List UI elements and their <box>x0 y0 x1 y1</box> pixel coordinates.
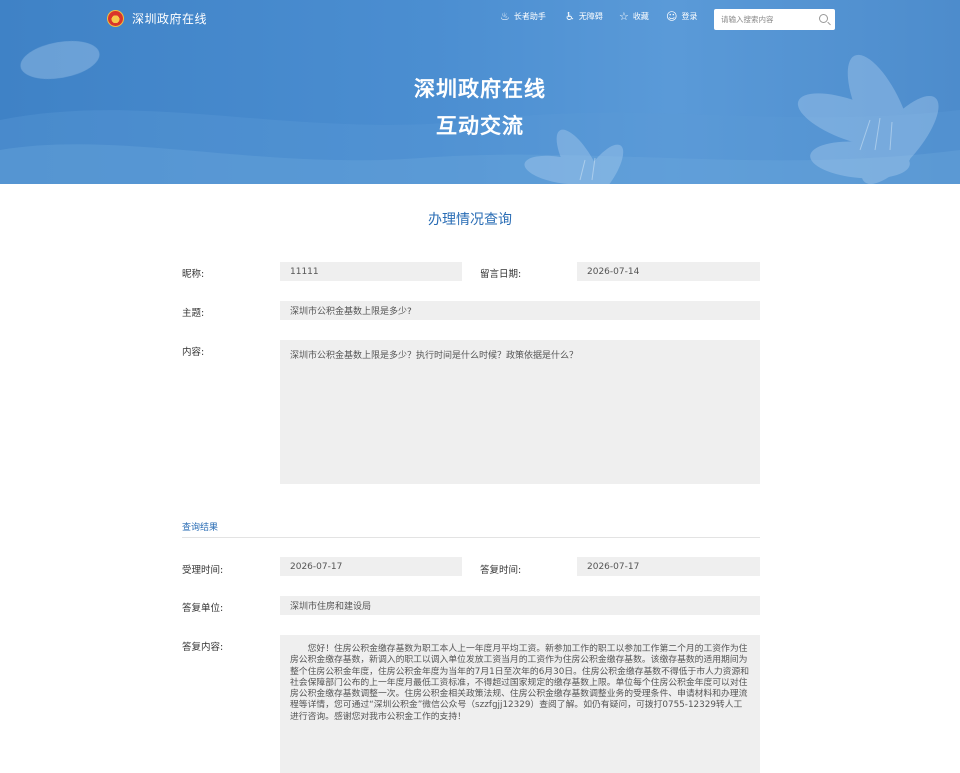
favorite-label: 收藏 <box>632 12 649 21</box>
hero-subtitle: 互动交流 <box>436 114 524 138</box>
reply-content-value: 您好！住房公积金缴存基数为职工本人上一年度月平均工资。新参加工作的职工以参加工作… <box>290 644 750 722</box>
content-value: 深圳市公积金基数上限是多少？执行时间是什么时候？政策依据是什么？ <box>290 351 579 361</box>
wheelchair-icon: ♿ <box>565 10 575 23</box>
top-navigation-bar: 深圳政府在线 ♨ 长者助手 ♿ 无障碍 ☆ 收藏 ☺ 登录 <box>0 0 960 38</box>
search-icon[interactable] <box>819 14 828 23</box>
message-date-value: 2026-07-14 <box>587 266 640 277</box>
reply-time-label: 答复时间: <box>480 565 522 576</box>
content-label: 内容: <box>182 347 205 358</box>
login-label: 登录 <box>681 12 698 21</box>
national-emblem-icon <box>107 10 124 27</box>
elder-icon: ♨ <box>500 10 510 23</box>
reply-time-value: 2026-07-17 <box>587 561 640 572</box>
search-box <box>714 9 835 30</box>
elder-assistant-link[interactable]: ♨ 长者助手 <box>500 11 546 22</box>
reply-unit-label: 答复单位: <box>182 603 224 614</box>
reply-time-field: 2026-07-17 <box>577 557 760 576</box>
favorite-link[interactable]: ☆ 收藏 <box>619 11 649 22</box>
section-title: 办理情况查询 <box>428 212 512 228</box>
accessibility-label: 无障碍 <box>578 12 603 21</box>
login-link[interactable]: ☺ 登录 <box>666 11 697 22</box>
accept-time-value: 2026-07-17 <box>290 561 343 572</box>
reply-unit-field: 深圳市住房和建设局 <box>280 596 760 615</box>
subject-value: 深圳市公积金基数上限是多少? <box>290 307 412 317</box>
accept-time-label: 受理时间: <box>182 565 224 576</box>
nickname-field: 11111 <box>280 262 462 281</box>
reply-content-label: 答复内容: <box>182 642 224 653</box>
reply-content-field: 您好！住房公积金缴存基数为职工本人上一年度月平均工资。新参加工作的职工以参加工作… <box>280 635 760 773</box>
nickname-label: 昵称: <box>182 269 205 280</box>
site-name: 深圳政府在线 <box>132 12 208 26</box>
content-field: 深圳市公积金基数上限是多少？执行时间是什么时候？政策依据是什么？ <box>280 340 760 484</box>
subject-field: 深圳市公积金基数上限是多少? <box>280 301 760 320</box>
message-date-label: 留言日期: <box>480 269 522 280</box>
elder-assistant-label: 长者助手 <box>513 12 546 21</box>
accessibility-link[interactable]: ♿ 无障碍 <box>565 11 603 22</box>
result-divider <box>182 537 760 538</box>
site-logo[interactable]: 深圳政府在线 <box>107 10 207 27</box>
result-title: 查询结果 <box>182 523 219 533</box>
reply-unit-value: 深圳市住房和建设局 <box>290 602 372 612</box>
star-icon: ☆ <box>619 10 629 23</box>
message-date-field: 2026-07-14 <box>577 262 760 281</box>
search-input[interactable] <box>714 9 814 30</box>
user-icon: ☺ <box>666 10 678 23</box>
accept-time-field: 2026-07-17 <box>280 557 462 576</box>
hero-banner: 深圳政府在线 ♨ 长者助手 ♿ 无障碍 ☆ 收藏 ☺ 登录 深圳政府在线 互动交… <box>0 0 960 184</box>
hero-title: 深圳政府在线 <box>414 77 546 101</box>
subject-label: 主题: <box>182 308 205 319</box>
nickname-value: 11111 <box>290 266 319 277</box>
